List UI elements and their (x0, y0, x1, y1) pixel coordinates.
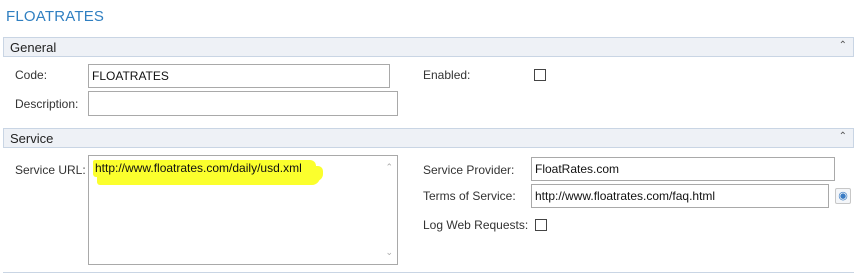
section-divider (3, 272, 854, 273)
chevron-up-icon[interactable]: ⌃ (839, 131, 847, 142)
enabled-label: Enabled: (423, 68, 471, 82)
code-label: Code: (15, 68, 48, 82)
chevron-up-icon[interactable]: ⌃ (839, 40, 847, 51)
description-label: Description: (15, 97, 79, 111)
general-section-header[interactable]: General ⌃ (3, 37, 854, 57)
enabled-checkbox[interactable] (534, 69, 546, 81)
service-url-textarea[interactable]: http://www.floatrates.com/daily/usd.xml … (88, 155, 398, 265)
log-web-requests-checkbox[interactable] (535, 219, 547, 231)
code-field[interactable]: FLOATRATES (88, 64, 390, 88)
service-section-header[interactable]: Service ⌃ (3, 128, 854, 148)
description-field[interactable] (88, 91, 398, 116)
service-url-label: Service URL: (15, 163, 86, 177)
terms-of-service-field[interactable]: http://www.floatrates.com/faq.html (531, 184, 829, 208)
general-section-title: General (10, 40, 57, 55)
scroll-up-icon[interactable]: ⌃ (385, 162, 393, 173)
service-provider-label: Service Provider: (423, 163, 515, 177)
scroll-down-icon[interactable]: ⌄ (385, 247, 393, 258)
service-url-value: http://www.floatrates.com/daily/usd.xml (93, 160, 316, 177)
service-provider-field[interactable]: FloatRates.com (531, 157, 835, 181)
service-section-title: Service (10, 131, 54, 146)
globe-icon[interactable]: ◉ (835, 188, 851, 204)
terms-of-service-label: Terms of Service: (423, 189, 516, 203)
log-web-requests-label: Log Web Requests: (423, 218, 529, 232)
page-title: FLOATRATES (6, 8, 105, 25)
